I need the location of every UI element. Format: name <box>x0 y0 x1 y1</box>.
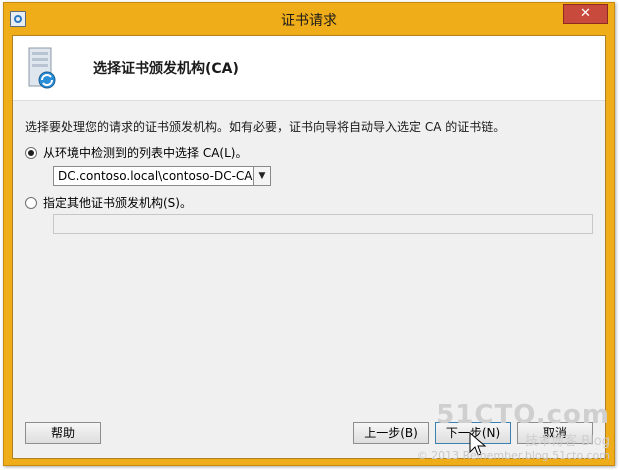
other-ca-input[interactable] <box>53 214 593 234</box>
previous-button[interactable]: 上一步(B) <box>353 422 429 444</box>
mouse-pointer-icon <box>469 432 487 456</box>
chevron-down-icon[interactable]: ▼ <box>253 167 270 185</box>
help-button[interactable]: 帮助 <box>25 422 101 444</box>
close-button[interactable]: ✕ <box>563 4 608 24</box>
page-title: 选择证书颁发机构(CA) <box>93 61 239 77</box>
ca-select-value: DC.contoso.local\contoso-DC-CA <box>58 169 253 183</box>
certificate-server-icon <box>28 47 56 89</box>
option-other-label: 指定其他证书颁发机构(S)。 <box>43 196 192 210</box>
option-detected-radio[interactable] <box>25 146 37 159</box>
option-other-row[interactable]: 指定其他证书颁发机构(S)。 <box>25 194 192 211</box>
wizard-header: 选择证书颁发机构(CA) <box>13 36 605 101</box>
option-detected-row[interactable]: 从环境中检测到的列表中选择 CA(L)。 <box>25 144 247 161</box>
title-bar[interactable]: 证书请求 ✕ <box>4 3 614 35</box>
cancel-button[interactable]: 取消 <box>517 422 593 444</box>
instruction-text: 选择要处理您的请求的证书颁发机构。如有必要，证书向导将自动导入选定 CA 的证书… <box>25 120 506 134</box>
option-detected-label: 从环境中检测到的列表中选择 CA(L)。 <box>43 146 248 160</box>
option-other-radio[interactable] <box>25 196 37 209</box>
dialog-client-area: 选择证书颁发机构(CA) 选择要处理您的请求的证书颁发机构。如有必要，证书向导将… <box>12 35 606 459</box>
dialog-window: 证书请求 ✕ 选择证书颁发机构(CA) 选择要处理您的请求的证书颁发机构。如有必… <box>3 2 615 466</box>
ca-select[interactable]: DC.contoso.local\contoso-DC-CA ▼ <box>53 166 271 186</box>
window-title: 证书请求 <box>281 13 337 29</box>
